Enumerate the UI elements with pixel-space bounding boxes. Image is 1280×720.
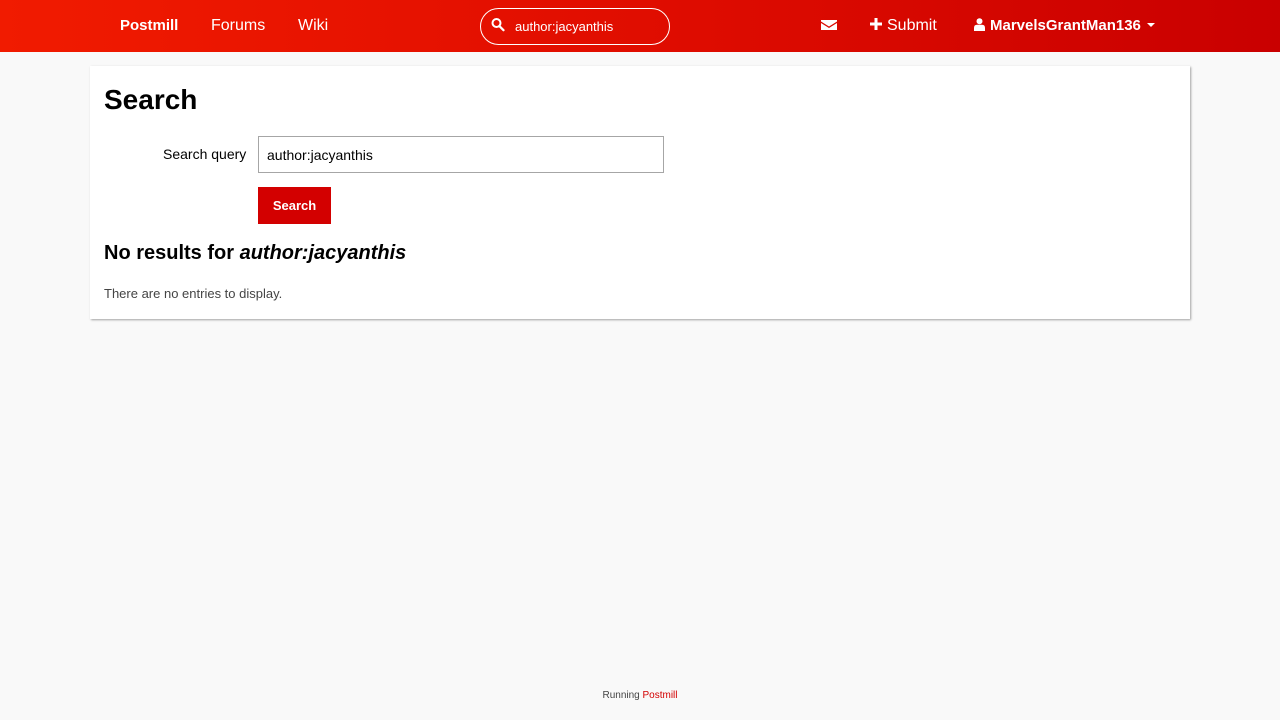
results-heading-query: author:jacyanthis (239, 242, 407, 264)
footer-prefix: Running (602, 690, 643, 701)
forums-link[interactable]: Forums (211, 0, 265, 52)
empty-results-message: There are no entries to display. (104, 286, 283, 301)
user-menu[interactable]: MarvelsGrantMan136 (974, 0, 1155, 52)
footer: Running Postmill (0, 688, 1280, 704)
results-heading: No results for author:jacyanthis (104, 240, 406, 266)
user-icon (974, 18, 985, 31)
search-panel: Search Search query Search No results fo… (90, 66, 1190, 319)
wiki-link[interactable]: Wiki (298, 0, 328, 52)
plus-icon (870, 18, 882, 30)
caret-down-icon (1146, 23, 1155, 27)
search-icon (491, 18, 505, 32)
results-heading-prefix: No results for (104, 242, 240, 264)
envelope-icon[interactable] (821, 17, 837, 33)
top-navigation-bar: Postmill Forums Wiki Submit MarvelsGrant… (0, 0, 1280, 52)
footer-postmill-link[interactable]: Postmill (643, 690, 678, 701)
page-title: Search (104, 84, 198, 115)
submit-label: Submit (887, 17, 937, 34)
header-search-input[interactable] (515, 9, 665, 44)
search-query-label: Search query (163, 146, 247, 162)
search-button[interactable]: Search (258, 187, 331, 224)
header-search-box[interactable] (480, 8, 670, 45)
search-query-input[interactable] (258, 136, 664, 173)
submit-link[interactable]: Submit (870, 0, 937, 52)
username-label: MarvelsGrantMan136 (990, 17, 1141, 34)
brand-link[interactable]: Postmill (120, 0, 178, 52)
